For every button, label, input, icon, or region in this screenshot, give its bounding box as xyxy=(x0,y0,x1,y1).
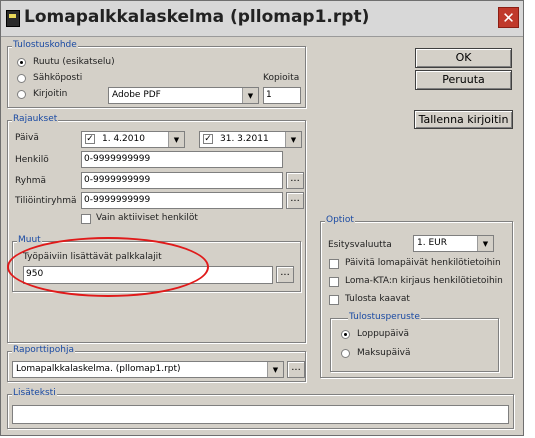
output-target-group-label: Tulostuskohde xyxy=(12,40,78,50)
report-template-browse-button[interactable]: ... xyxy=(287,361,305,378)
update-vacation-days-label: Päivitä lomapäivät henkilötietoihin xyxy=(345,258,501,268)
account-group-input[interactable]: 0-9999999999 xyxy=(81,192,283,209)
print-formulas-label: Tulosta kaavat xyxy=(345,294,410,304)
radio-output-screen[interactable] xyxy=(17,58,26,67)
currency-label: Esitysvaluutta xyxy=(328,240,392,250)
chevron-down-icon[interactable]: ▼ xyxy=(168,132,184,147)
options-group-label: Optiot xyxy=(325,215,355,225)
copies-input[interactable]: 1 xyxy=(263,87,301,104)
workdays-paytypes-browse-button[interactable]: ... xyxy=(276,266,294,283)
radio-payment-date[interactable] xyxy=(341,349,350,358)
group-label: Ryhmä xyxy=(15,176,47,186)
highlight-oval xyxy=(7,237,209,297)
chevron-down-icon[interactable]: ▼ xyxy=(242,88,258,103)
chevron-down-icon[interactable]: ▼ xyxy=(267,362,283,377)
radio-output-printer[interactable] xyxy=(17,90,26,99)
limits-group-label: Rajaukset xyxy=(12,114,59,124)
print-formulas-checkbox[interactable] xyxy=(329,295,339,305)
printer-select[interactable]: Adobe PDF ▼ xyxy=(108,87,259,104)
date-from-picker[interactable]: ✓ 1. 4.2010 ▼ xyxy=(81,131,185,148)
update-vacation-days-checkbox[interactable] xyxy=(329,259,339,269)
output-option-printer-label: Kirjoitin xyxy=(33,89,68,99)
close-button[interactable]: ✕ xyxy=(498,7,519,28)
account-group-browse-button[interactable]: ... xyxy=(286,192,304,209)
save-printer-button[interactable]: Tallenna kirjoitin xyxy=(414,110,513,129)
account-group-label: Tiliöintiryhmä xyxy=(15,196,77,206)
group-browse-button[interactable]: ... xyxy=(286,172,304,189)
app-document-icon xyxy=(6,10,20,27)
print-basis-group xyxy=(330,318,499,372)
report-template-group-label: Raporttipohja xyxy=(12,345,75,355)
title-bar[interactable]: Lomapalkkalaskelma (pllomap1.rpt) ✕ xyxy=(1,1,523,37)
date-to-value: 31. 3.2011 xyxy=(220,134,269,144)
output-option-screen-label: Ruutu (esikatselu) xyxy=(33,57,115,67)
other-group-label: Muut xyxy=(17,235,42,245)
radio-end-date[interactable] xyxy=(341,330,350,339)
copies-label: Kopioita xyxy=(263,73,300,83)
vacation-kta-checkbox[interactable] xyxy=(329,277,339,287)
ok-button[interactable]: OK xyxy=(415,48,512,68)
print-basis-group-label: Tulostusperuste xyxy=(348,312,421,322)
currency-select-value: 1. EUR xyxy=(417,238,447,248)
currency-select[interactable]: 1. EUR ▼ xyxy=(413,235,494,252)
dialog-window: Lomapalkkalaskelma (pllomap1.rpt) ✕ Tulo… xyxy=(0,0,524,436)
extra-text-group-label: Lisäteksti xyxy=(12,388,57,398)
radio-output-email[interactable] xyxy=(17,74,26,83)
date-label: Päivä xyxy=(15,133,39,143)
extra-text-input[interactable] xyxy=(12,405,509,424)
report-template-select[interactable]: Lomapalkkalaskelma. (pllomap1.rpt) ▼ xyxy=(12,361,284,378)
active-only-checkbox[interactable] xyxy=(81,214,91,224)
date-to-picker[interactable]: ✓ 31. 3.2011 ▼ xyxy=(199,131,302,148)
chevron-down-icon[interactable]: ▼ xyxy=(477,236,493,251)
chevron-down-icon[interactable]: ▼ xyxy=(285,132,301,147)
printer-select-value: Adobe PDF xyxy=(112,90,161,100)
cancel-button[interactable]: Peruuta xyxy=(415,70,512,90)
end-date-label: Loppupäivä xyxy=(357,329,410,339)
window-title: Lomapalkkalaskelma (pllomap1.rpt) xyxy=(24,7,370,27)
date-to-checkbox[interactable]: ✓ xyxy=(203,134,213,144)
active-only-label: Vain aktiiviset henkilöt xyxy=(96,213,198,223)
vacation-kta-label: Loma-KTA:n kirjaus henkilötietoihin xyxy=(345,276,503,286)
date-from-checkbox[interactable]: ✓ xyxy=(85,134,95,144)
payment-date-label: Maksupäivä xyxy=(357,348,411,358)
output-option-email-label: Sähköposti xyxy=(33,73,83,83)
date-from-value: 1. 4.2010 xyxy=(102,134,145,144)
group-input[interactable]: 0-9999999999 xyxy=(81,172,283,189)
person-input[interactable]: 0-9999999999 xyxy=(81,151,283,168)
report-template-value: Lomapalkkalaskelma. (pllomap1.rpt) xyxy=(16,364,181,374)
person-label: Henkilö xyxy=(15,155,49,165)
